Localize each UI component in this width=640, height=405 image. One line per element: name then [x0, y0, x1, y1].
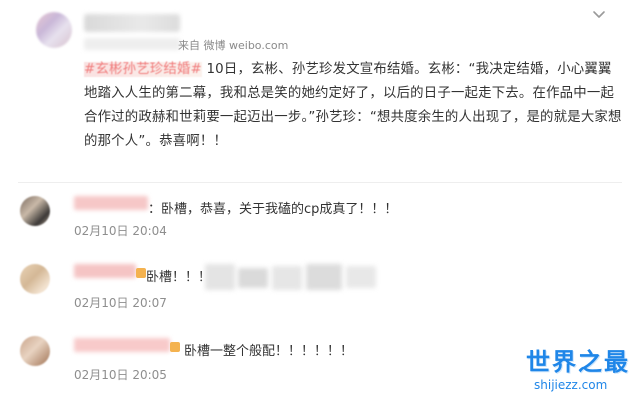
- avatar[interactable]: [20, 264, 50, 294]
- comment-text: 卧槽一整个般配！！！！！！: [184, 344, 354, 359]
- source-prefix: 来自: [178, 39, 200, 52]
- comment-time: 02月10日 20:04: [74, 224, 167, 238]
- source-site: weibo.com: [229, 39, 289, 52]
- comment-item: 卧槽！！！ 02月10日 20:07: [0, 262, 640, 332]
- comment-time: 02月10日 20:05: [74, 368, 167, 382]
- post-source: 来自 微博 weibo.com: [178, 37, 288, 53]
- member-badge-icon: [170, 342, 180, 352]
- member-badge-icon: [136, 268, 146, 278]
- redacted-block: [306, 264, 342, 290]
- redacted-block: [272, 266, 302, 290]
- commenter-name-redacted[interactable]: [74, 264, 136, 278]
- comment-text: 卧槽！！！: [146, 270, 212, 285]
- redacted-block: [205, 264, 235, 290]
- comment-time: 02月10日 20:07: [74, 296, 167, 310]
- post-text: #玄彬孙艺珍结婚# 10日，玄彬、孙艺珍发文宣布结婚。玄彬：“我决定结婚，小心翼…: [84, 58, 624, 154]
- chevron-down-icon[interactable]: [591, 6, 607, 22]
- avatar[interactable]: [20, 196, 50, 226]
- commenter-name-redacted[interactable]: [74, 196, 148, 210]
- divider: [18, 182, 622, 183]
- avatar[interactable]: [36, 12, 72, 48]
- hashtag-text[interactable]: #玄彬孙艺珍结婚#: [84, 62, 202, 77]
- avatar[interactable]: [20, 336, 50, 366]
- watermark-domain: shijiezz.com: [534, 378, 608, 392]
- comment-item: ：卧槽，恭喜，关于我磕的cp成真了！！！ 02月10日 20:04: [0, 192, 640, 262]
- redacted-block: [238, 268, 268, 288]
- user-name-redacted[interactable]: [84, 14, 180, 32]
- comment-text: ：卧槽，恭喜，关于我磕的cp成真了！！！: [148, 202, 398, 217]
- source-name: 微博: [203, 39, 226, 52]
- commenter-name-redacted[interactable]: [74, 338, 170, 352]
- redacted-block: [346, 266, 376, 288]
- watermark-title: 世界之最: [526, 348, 630, 376]
- hashtag-link[interactable]: #玄彬孙艺珍结婚#: [84, 62, 202, 77]
- post-meta-redacted: [84, 38, 180, 50]
